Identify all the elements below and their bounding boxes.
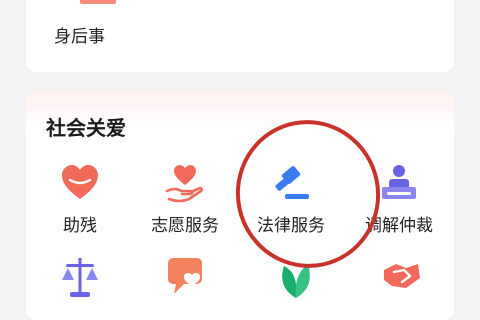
heart-icon [62, 165, 98, 199]
memorial-icon [80, 0, 116, 4]
service-item-label: 志愿服务 [151, 216, 219, 236]
service-item-volunteer[interactable]: 志愿服务 [130, 163, 240, 236]
handshake-icon[interactable] [382, 256, 422, 300]
service-item-label: 法律服务 [257, 216, 325, 236]
chat-heart-icon[interactable] [166, 256, 206, 300]
leaf-icon[interactable] [276, 256, 316, 300]
helping-hand-heart-icon [165, 165, 204, 203]
service-item-mediation[interactable]: 调解仲裁 [344, 163, 454, 236]
service-item-label: 助残 [63, 216, 97, 236]
service-item-legal-services[interactable]: 法律服务 [236, 163, 346, 236]
service-item-label: 调解仲裁 [365, 216, 433, 236]
service-item-disability-aid[interactable]: 助残 [25, 163, 135, 236]
gavel-icon [275, 166, 309, 199]
mediation-desk-icon [382, 165, 416, 199]
top-card-item-label: 身后事 [54, 27, 105, 47]
section-title: 社会关爱 [46, 116, 126, 140]
scales-icon[interactable] [60, 256, 100, 300]
